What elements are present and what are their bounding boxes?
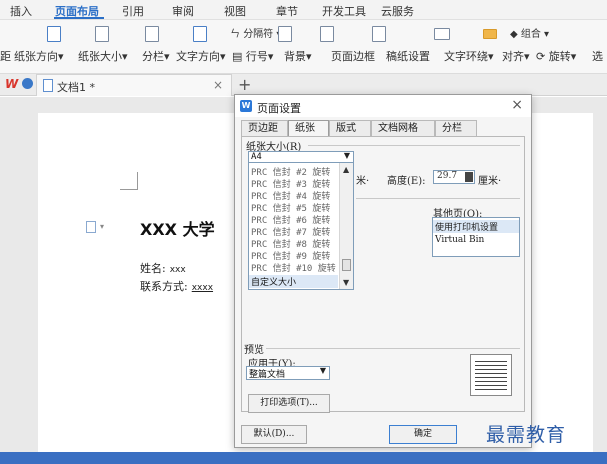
active-tab-underline (54, 17, 104, 19)
dialog-title: 页面设置 (257, 102, 301, 115)
menu-tab-chapter[interactable]: 章节 (276, 3, 298, 19)
ribbon: ㄣ 分隔符 ▾ ◆ 组合 ▾ 距 纸张方向▾ 纸张大小▾ 分栏▾ 文字方向▾ ▤… (0, 20, 607, 74)
page-preview-image (470, 354, 512, 396)
columns-button[interactable]: 分栏▾ (142, 48, 170, 64)
align-icon[interactable] (483, 29, 497, 39)
document-tab-bar: W 文档1 * × + (0, 74, 607, 96)
text-direction-icon[interactable] (193, 26, 207, 42)
tab-document-grid[interactable]: 文档网格 (371, 120, 435, 136)
page-border-icon[interactable] (320, 26, 334, 42)
chevron-down-icon[interactable]: ▾ (100, 222, 104, 231)
spinner-icon[interactable] (465, 172, 473, 182)
paper-size-group-line (308, 145, 520, 146)
margin-corner-mark (120, 172, 138, 190)
chevron-up-icon[interactable]: ▲ (343, 165, 349, 174)
preview-text-line (475, 369, 507, 370)
other-pages-list[interactable]: 使用打印机设置 Virtual Bin (432, 217, 520, 257)
chevron-down-icon: ▼ (319, 366, 326, 375)
group-button[interactable]: ◆ 组合 ▾ (510, 25, 549, 40)
menu-tab-cloud[interactable]: 云服务 (381, 3, 414, 19)
paper-source-group-line (356, 198, 520, 199)
menu-tab-view[interactable]: 视图 (224, 3, 246, 19)
preview-text-line (475, 385, 507, 386)
orientation-button[interactable]: 纸张方向▾ (14, 48, 64, 64)
apply-to-select[interactable]: 整篇文档 ▼ (246, 366, 330, 380)
preview-text-line (475, 389, 507, 390)
height-label: 高度(E): (387, 176, 426, 187)
paper-size-button[interactable]: 纸张大小▾ (78, 48, 128, 64)
separator-button[interactable]: ㄣ 分隔符 ▾ (230, 25, 281, 40)
preview-text-line (475, 373, 507, 374)
background-icon[interactable] (278, 26, 292, 42)
width-unit-label: 米· (356, 176, 370, 187)
preview-label: 预览 (244, 345, 264, 356)
paper-list-scrollbar[interactable]: ▲ ▼ (339, 163, 353, 289)
margin-button[interactable]: 距 (0, 48, 11, 64)
rotate-button[interactable]: ⟳ 旋转▾ (536, 48, 576, 64)
menu-tab-references[interactable]: 引用 (122, 3, 144, 19)
draft-paper-button[interactable]: 稿纸设置 (386, 48, 430, 64)
tab-margins[interactable]: 页边距 (241, 120, 288, 136)
height-input[interactable]: 29.7 (433, 170, 475, 184)
tab-columns[interactable]: 分栏 (435, 120, 477, 136)
orientation-icon[interactable] (47, 26, 61, 42)
wps-writer-icon: W (240, 100, 252, 112)
document-tab-label: 文档1 * (57, 81, 95, 94)
contact-line: 联系方式: xxxx (140, 280, 214, 293)
paper-size-value: A4 (251, 152, 262, 162)
app-gear-icon[interactable] (22, 78, 33, 89)
page-border-button[interactable]: 页面边框 (331, 48, 375, 64)
menu-tab-review[interactable]: 审阅 (172, 3, 194, 19)
paper-size-icon[interactable] (95, 26, 109, 42)
menu-tab-insert[interactable]: 插入 (10, 3, 32, 19)
paper-size-list[interactable]: PRC 信封 #2 旋转 PRC 信封 #3 旋转 PRC 信封 #4 旋转 P… (248, 162, 354, 290)
scroll-thumb[interactable] (342, 259, 351, 271)
list-item[interactable]: PRC 信封 #10 旋转 (251, 261, 336, 274)
tab-layout[interactable]: 版式 (329, 120, 371, 136)
columns-icon[interactable] (145, 26, 159, 42)
document-title: XXX 大学 (140, 220, 215, 239)
list-item-selected[interactable]: 自定义大小 (249, 275, 338, 288)
list-item-selected[interactable]: 使用打印机设置 (433, 220, 519, 233)
preview-text-line (475, 377, 507, 378)
print-options-button[interactable]: 打印选项(T)... (248, 394, 330, 413)
preview-text-line (475, 361, 507, 362)
text-direction-button[interactable]: 文字方向▾ (176, 48, 226, 64)
chevron-down-icon[interactable]: ▼ (343, 278, 349, 287)
preview-text-line (475, 365, 507, 366)
document-icon (43, 79, 53, 92)
preview-text-line (475, 381, 507, 382)
close-tab-icon[interactable]: × (213, 78, 223, 92)
name-line: 姓名: xxx (140, 262, 186, 275)
document-tab[interactable]: 文档1 * × (36, 74, 232, 96)
dialog-close-icon[interactable]: × (511, 97, 523, 113)
menu-tab-developer[interactable]: 开发工具 (322, 3, 366, 19)
line-number-button[interactable]: ▤ 行号▾ (232, 48, 273, 64)
chevron-down-icon: ▼ (343, 151, 350, 160)
dialog-titlebar[interactable]: W 页面设置 × (235, 95, 531, 117)
bottom-bar (0, 452, 607, 464)
new-tab-button[interactable]: + (238, 75, 251, 94)
list-item[interactable]: Virtual Bin (435, 235, 484, 245)
text-wrap-button[interactable]: 文字环绕▾ (444, 48, 494, 64)
draft-paper-icon[interactable] (372, 26, 386, 42)
align-button[interactable]: 对齐▾ (502, 48, 530, 64)
ok-button[interactable]: 确定 (389, 425, 457, 444)
text-wrap-icon[interactable] (434, 28, 450, 40)
height-unit-label: 厘米· (478, 176, 502, 187)
background-button[interactable]: 背景▾ (284, 48, 312, 64)
paragraph-layout-icon[interactable] (86, 221, 96, 233)
default-button[interactable]: 默认(D)... (241, 425, 307, 444)
height-value: 29.7 (437, 171, 458, 181)
preview-group-line (266, 348, 520, 349)
watermark-logo: 最需教育 (486, 424, 567, 446)
tab-paper[interactable]: 纸张 (288, 120, 329, 137)
select-button[interactable]: 选 (592, 48, 603, 64)
menu-bar: 插入 页面布局 引用 审阅 视图 章节 开发工具 云服务 (0, 0, 607, 20)
apply-to-value: 整篇文档 (249, 370, 286, 380)
wps-logo-icon[interactable]: W (5, 77, 18, 91)
